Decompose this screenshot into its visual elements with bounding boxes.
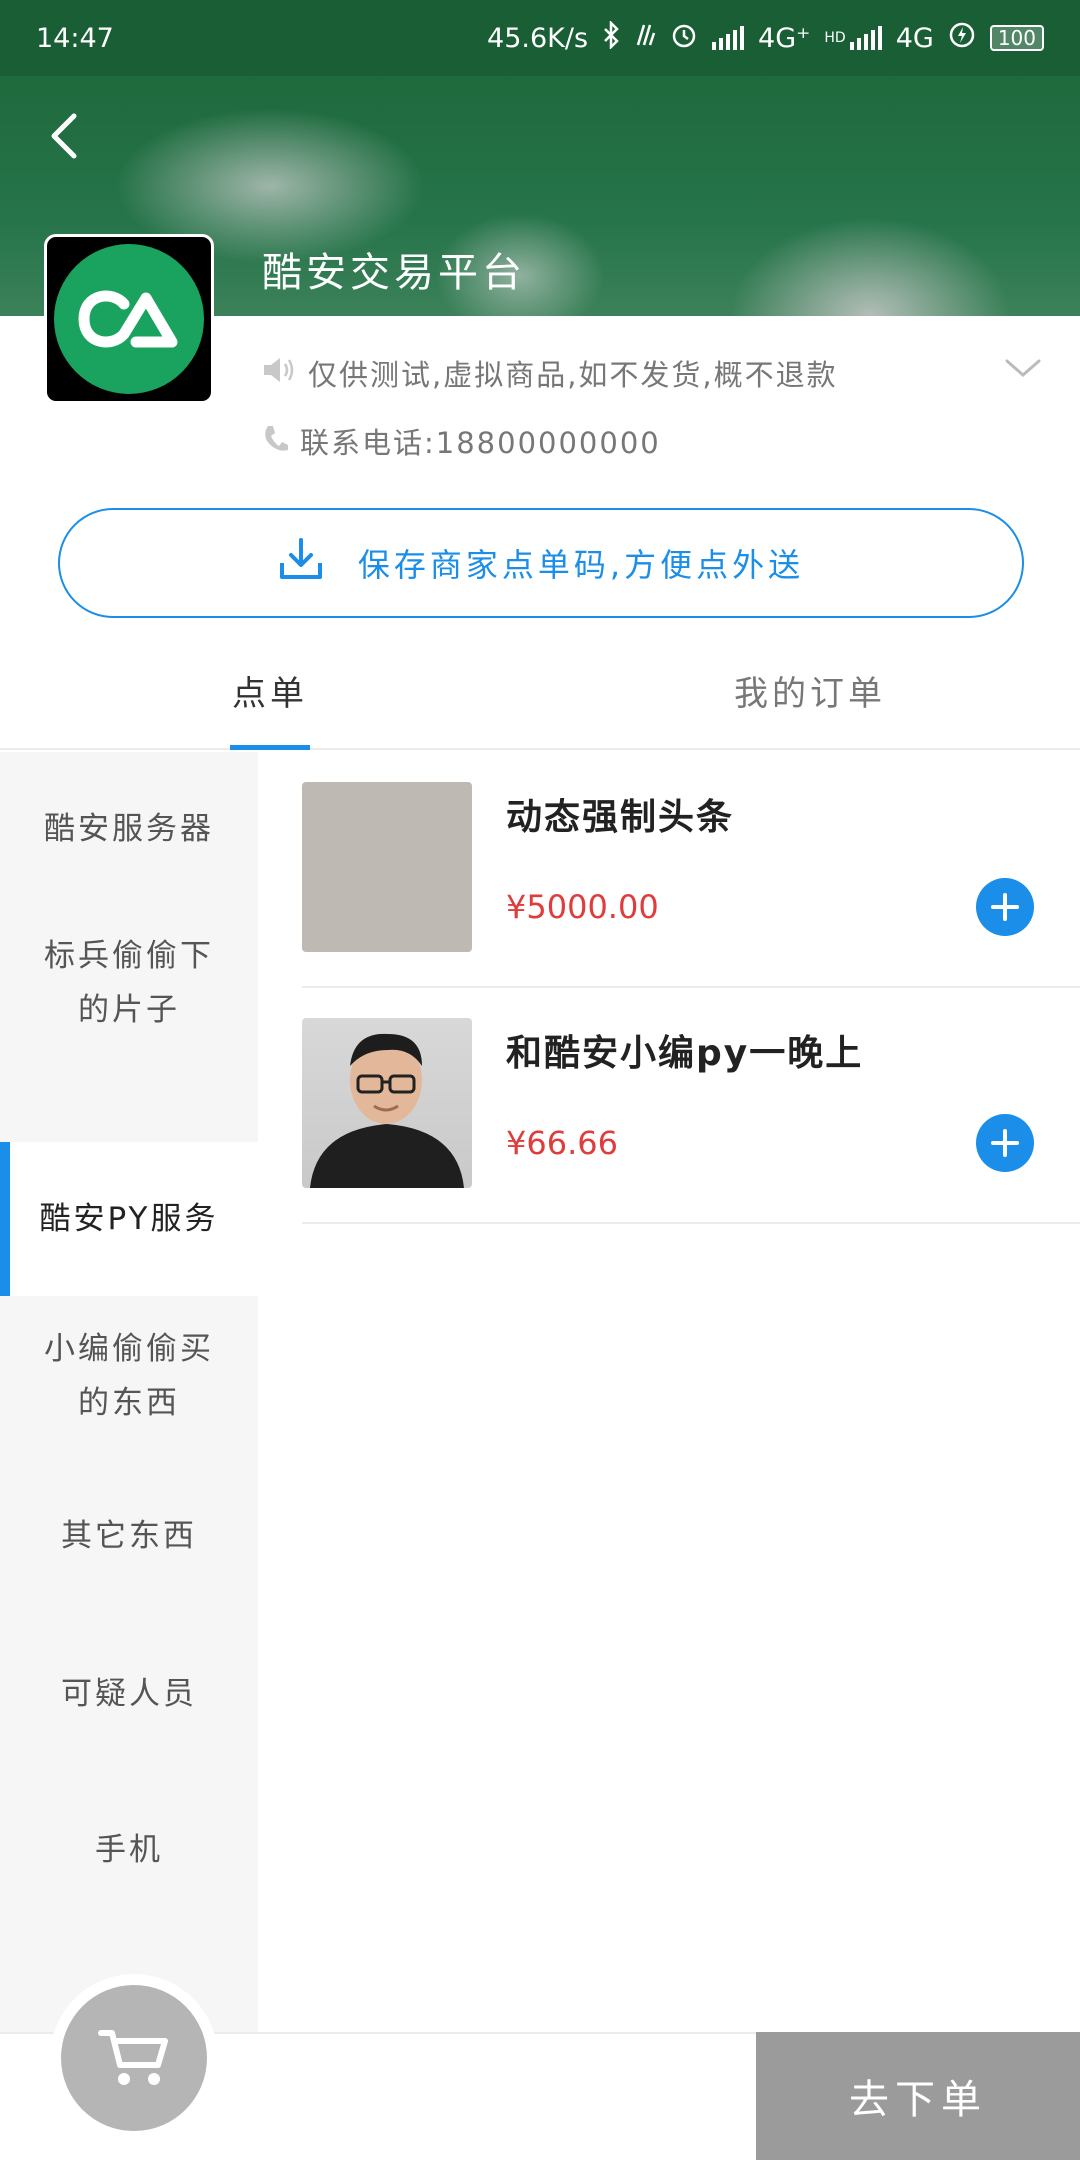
charging-icon bbox=[948, 21, 976, 56]
signal-bars-icon-2 bbox=[849, 26, 882, 50]
status-bar: 14:47 45.6K/s 4G⁺ HD 4G 100 bbox=[0, 0, 1080, 76]
signal-wave-icon bbox=[634, 21, 656, 56]
tab-order-label: 点单 bbox=[232, 673, 308, 714]
shopping-cart-icon bbox=[98, 2030, 168, 2085]
status-time: 14:47 bbox=[36, 22, 114, 54]
battery-indicator: 100 bbox=[989, 25, 1044, 51]
phone-text: 联系电话:18800000000 bbox=[300, 426, 661, 460]
coolapk-logo-icon bbox=[54, 244, 204, 394]
product-item[interactable]: 动态强制头条 ¥5000.00 bbox=[302, 752, 1080, 988]
signal-bars-icon bbox=[712, 26, 745, 50]
product-thumbnail bbox=[302, 782, 472, 952]
speaker-icon bbox=[262, 355, 296, 392]
category-sidebar: 酷安服务器 标兵偷偷下的片子 酷安PY服务 小编偷偷买的东西 其它东西 可疑人员… bbox=[0, 752, 258, 2032]
product-thumbnail bbox=[302, 1018, 472, 1188]
tab-my-orders[interactable]: 我的订单 bbox=[540, 630, 1080, 750]
category-item[interactable]: 小编偷偷买的东西 bbox=[0, 1296, 258, 1456]
product-name: 动态强制头条 bbox=[506, 797, 735, 838]
category-item[interactable]: 标兵偷偷下的片子 bbox=[0, 906, 258, 1060]
tab-my-orders-label: 我的订单 bbox=[734, 673, 886, 714]
category-item[interactable]: 可疑人员 bbox=[0, 1616, 258, 1772]
notice-text: 仅供测试,虚拟商品,如不发货,概不退款 bbox=[308, 358, 838, 392]
hd-label: HD bbox=[824, 30, 846, 46]
shop-logo bbox=[44, 234, 214, 404]
cart-button[interactable] bbox=[50, 1974, 218, 2142]
network-type-2: 4G bbox=[895, 22, 934, 54]
category-item-active[interactable]: 酷安PY服务 bbox=[0, 1142, 258, 1296]
product-price: ¥5000.00 bbox=[506, 888, 659, 926]
product-item[interactable]: 和酷安小编py一晚上 ¥66.66 bbox=[302, 988, 1080, 1224]
network-type-1: 4G⁺ bbox=[758, 22, 811, 54]
product-price: ¥66.66 bbox=[506, 1124, 618, 1162]
phone-icon bbox=[262, 423, 290, 460]
save-order-qr-button[interactable]: 保存商家点单码,方便点外送 bbox=[58, 508, 1024, 618]
category-item[interactable]: 酷安服务器 bbox=[0, 752, 258, 906]
chevron-down-icon[interactable] bbox=[1004, 354, 1042, 388]
plus-icon bbox=[991, 893, 1019, 921]
plus-icon bbox=[991, 1129, 1019, 1157]
chevron-left-icon bbox=[51, 113, 77, 159]
add-to-cart-button[interactable] bbox=[976, 878, 1034, 936]
shop-name: 酷安交易平台 bbox=[262, 250, 526, 296]
save-qr-label: 保存商家点单码,方便点外送 bbox=[357, 546, 805, 584]
cart-circle bbox=[61, 1985, 207, 2131]
category-item[interactable]: 手机 bbox=[0, 1772, 258, 1928]
tab-order[interactable]: 点单 bbox=[0, 630, 540, 750]
shop-phone[interactable]: 联系电话:18800000000 bbox=[262, 420, 661, 462]
checkout-button[interactable]: 去下单 bbox=[756, 2032, 1080, 2160]
back-button[interactable] bbox=[36, 108, 92, 164]
tab-bar: 点单 我的订单 bbox=[0, 630, 1080, 750]
person-photo-icon bbox=[310, 1033, 464, 1188]
shop-notice[interactable]: 仅供测试,虚拟商品,如不发货,概不退款 bbox=[262, 352, 1042, 394]
checkout-label: 去下单 bbox=[849, 2077, 987, 2123]
alarm-icon bbox=[670, 21, 698, 56]
net-speed: 45.6K/s bbox=[487, 22, 589, 54]
download-icon bbox=[278, 537, 324, 589]
category-item[interactable]: 其它东西 bbox=[0, 1456, 258, 1616]
status-icons: 45.6K/s 4G⁺ HD 4G 100 bbox=[487, 19, 1044, 56]
add-to-cart-button[interactable] bbox=[976, 1114, 1034, 1172]
tab-active-indicator bbox=[230, 745, 310, 750]
product-name: 和酷安小编py一晚上 bbox=[506, 1033, 864, 1074]
bluetooth-icon bbox=[602, 19, 620, 56]
